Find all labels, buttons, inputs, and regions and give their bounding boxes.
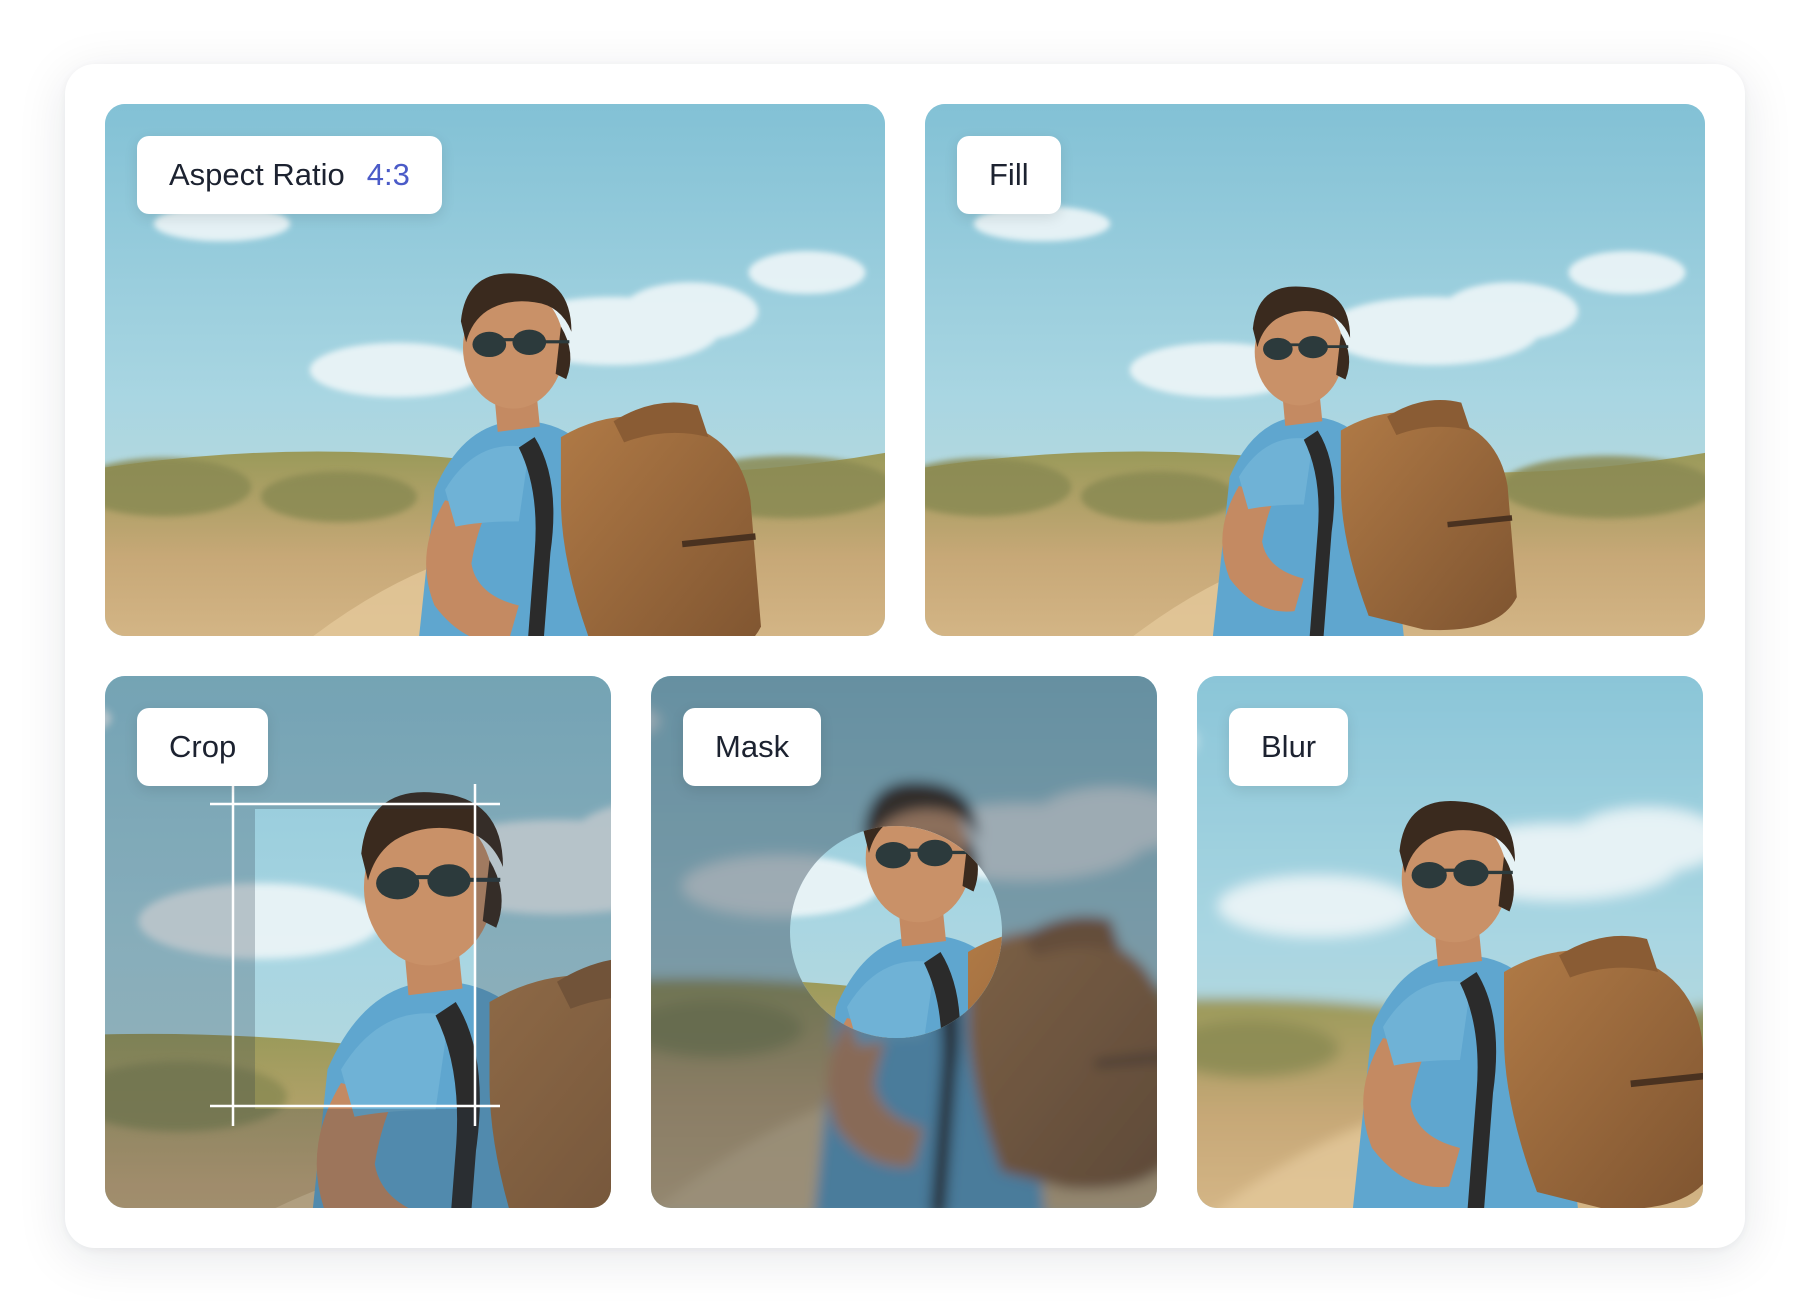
mask-label-text: Mask bbox=[715, 729, 790, 764]
mask-circle[interactable] bbox=[790, 826, 1002, 1038]
aspect-ratio-tile[interactable]: Aspect Ratio 4:3 bbox=[105, 104, 885, 636]
fill-label[interactable]: Fill bbox=[957, 136, 1061, 214]
blur-label-text: Blur bbox=[1261, 729, 1317, 764]
aspect-ratio-value: 4:3 bbox=[366, 157, 410, 192]
crop-label[interactable]: Crop bbox=[137, 708, 269, 786]
crop-label-text: Crop bbox=[169, 729, 237, 764]
aspect-ratio-label-text: Aspect Ratio bbox=[169, 157, 345, 192]
aspect-ratio-label[interactable]: Aspect Ratio 4:3 bbox=[137, 136, 442, 214]
mask-label[interactable]: Mask bbox=[683, 708, 822, 786]
masked-photo bbox=[790, 826, 1002, 1038]
blur-label[interactable]: Blur bbox=[1229, 708, 1349, 786]
mask-tile[interactable]: Mask bbox=[651, 676, 1157, 1208]
crop-tile[interactable]: Crop bbox=[105, 676, 611, 1208]
fill-tile[interactable]: Fill bbox=[925, 104, 1705, 636]
feature-card: Aspect Ratio 4:3 Fill Crop Mask Blur bbox=[65, 64, 1745, 1248]
fill-label-text: Fill bbox=[989, 157, 1029, 192]
blur-tile[interactable]: Blur bbox=[1197, 676, 1703, 1208]
